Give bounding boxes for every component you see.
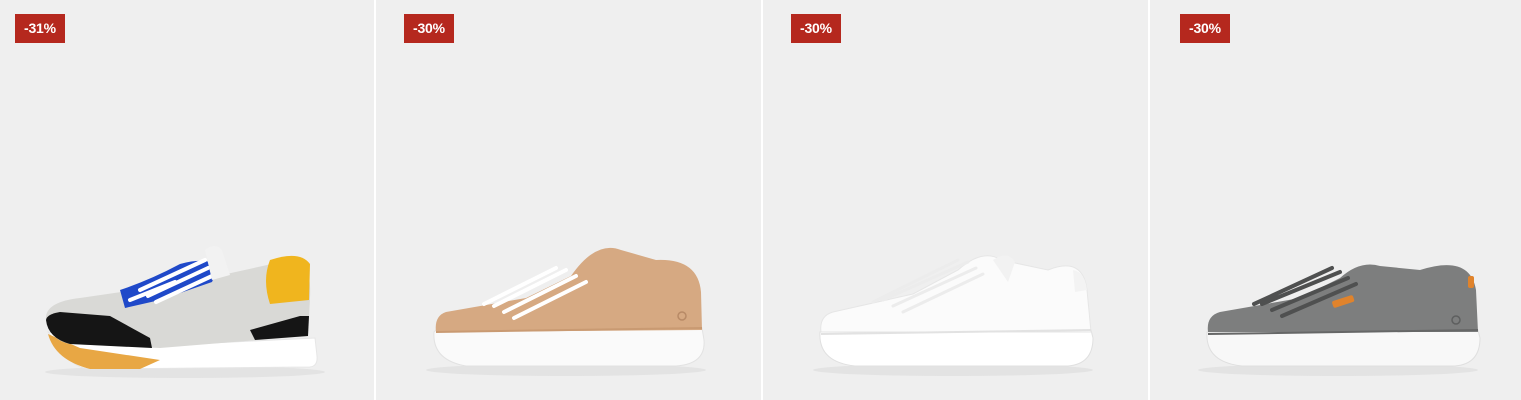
- product-card[interactable]: -30%: [763, 0, 1148, 400]
- product-card[interactable]: -30%: [376, 0, 761, 400]
- discount-badge: -31%: [15, 14, 65, 43]
- sneaker-white-icon: [813, 255, 1094, 376]
- sneaker-multicolor-icon: [45, 246, 325, 378]
- product-card[interactable]: -31%: [0, 0, 374, 400]
- sneaker-beige-icon: [426, 247, 706, 376]
- product-card[interactable]: -30%: [1150, 0, 1521, 400]
- product-grid: -31% -30% -30% -30%: [0, 0, 1521, 400]
- sneaker-grey-icon: [1198, 264, 1481, 376]
- discount-badge: -30%: [791, 14, 841, 43]
- discount-badge: -30%: [1180, 14, 1230, 43]
- discount-badge: -30%: [404, 14, 454, 43]
